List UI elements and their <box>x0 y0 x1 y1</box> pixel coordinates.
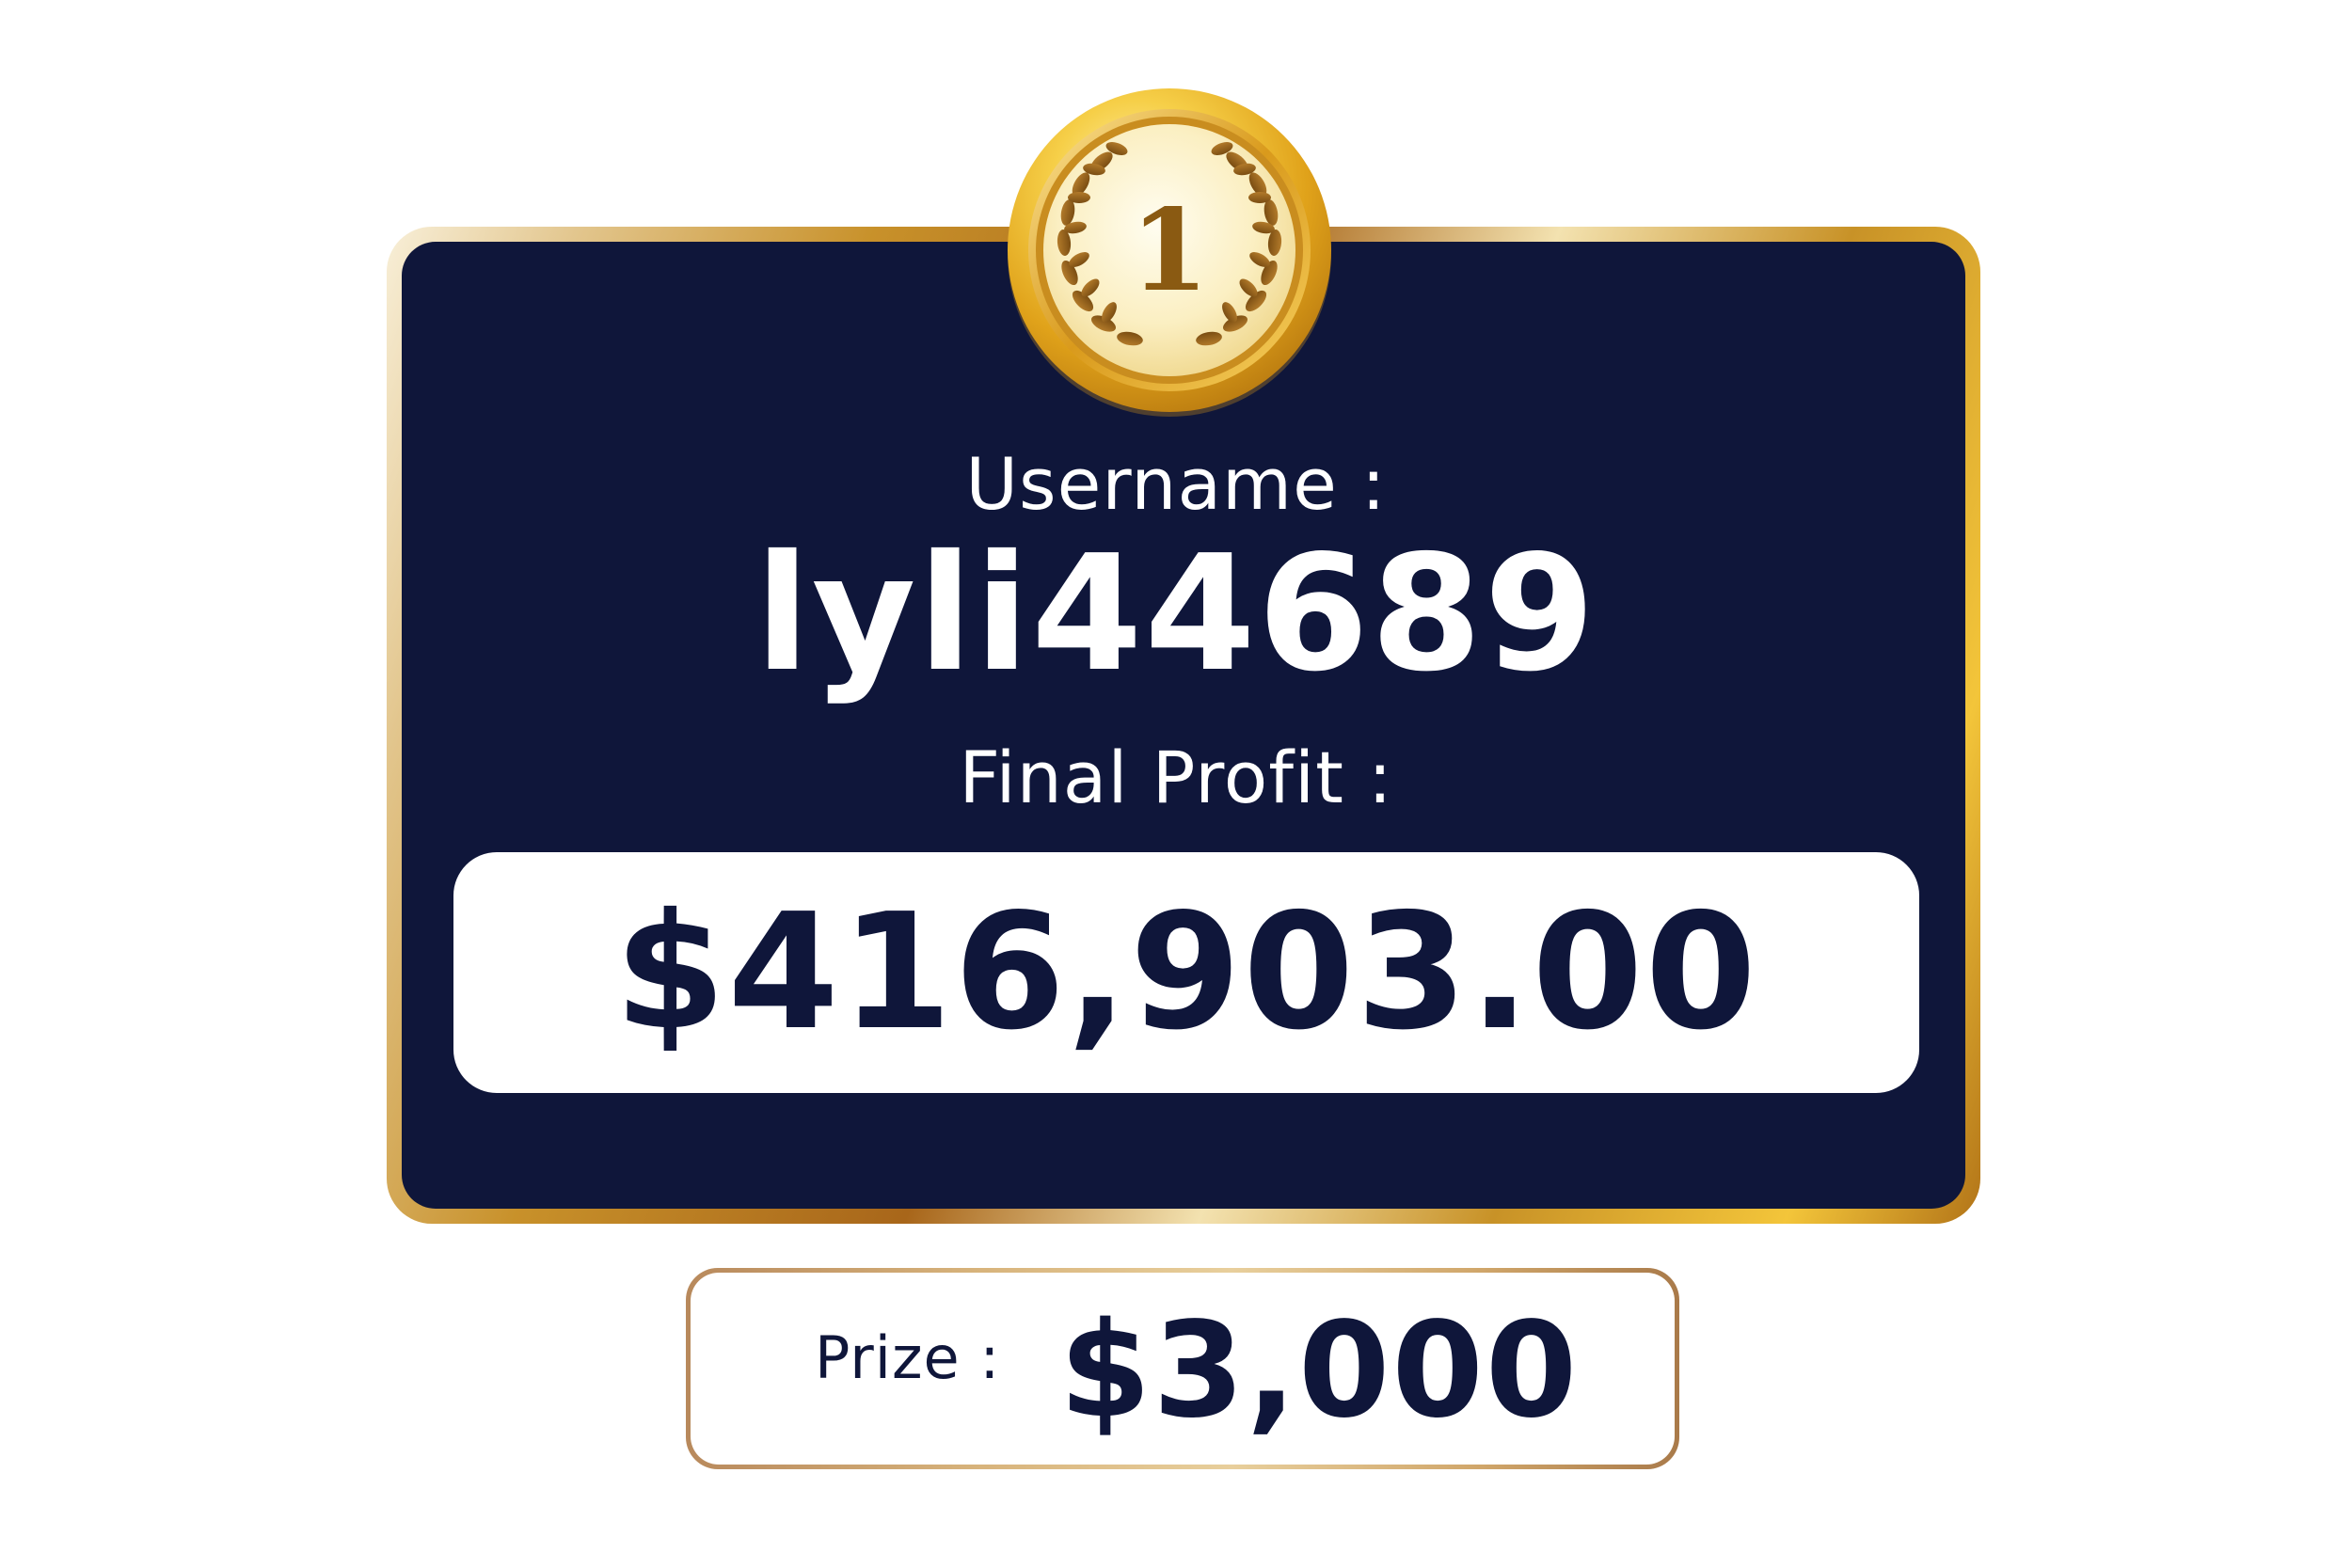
prize-box: Prize : $3,000 <box>686 1268 1679 1469</box>
medal-graphic: 1 <box>1008 88 1331 417</box>
username-value: lyli44689 <box>755 521 1597 707</box>
prize-label: Prize : <box>815 1323 1001 1392</box>
prize-box-panel: Prize : $3,000 <box>691 1273 1675 1465</box>
final-profit-box: $416,903.00 <box>453 852 1919 1093</box>
gold-medal-laurel-icon: 1 <box>1000 81 1339 420</box>
final-profit-label: Final Profit : <box>959 736 1393 819</box>
prize-value: $3,000 <box>1059 1294 1580 1448</box>
medal-rank: 1 <box>1130 184 1209 317</box>
final-profit-value: $416,903.00 <box>614 879 1758 1066</box>
username-label: Username : <box>965 442 1387 526</box>
